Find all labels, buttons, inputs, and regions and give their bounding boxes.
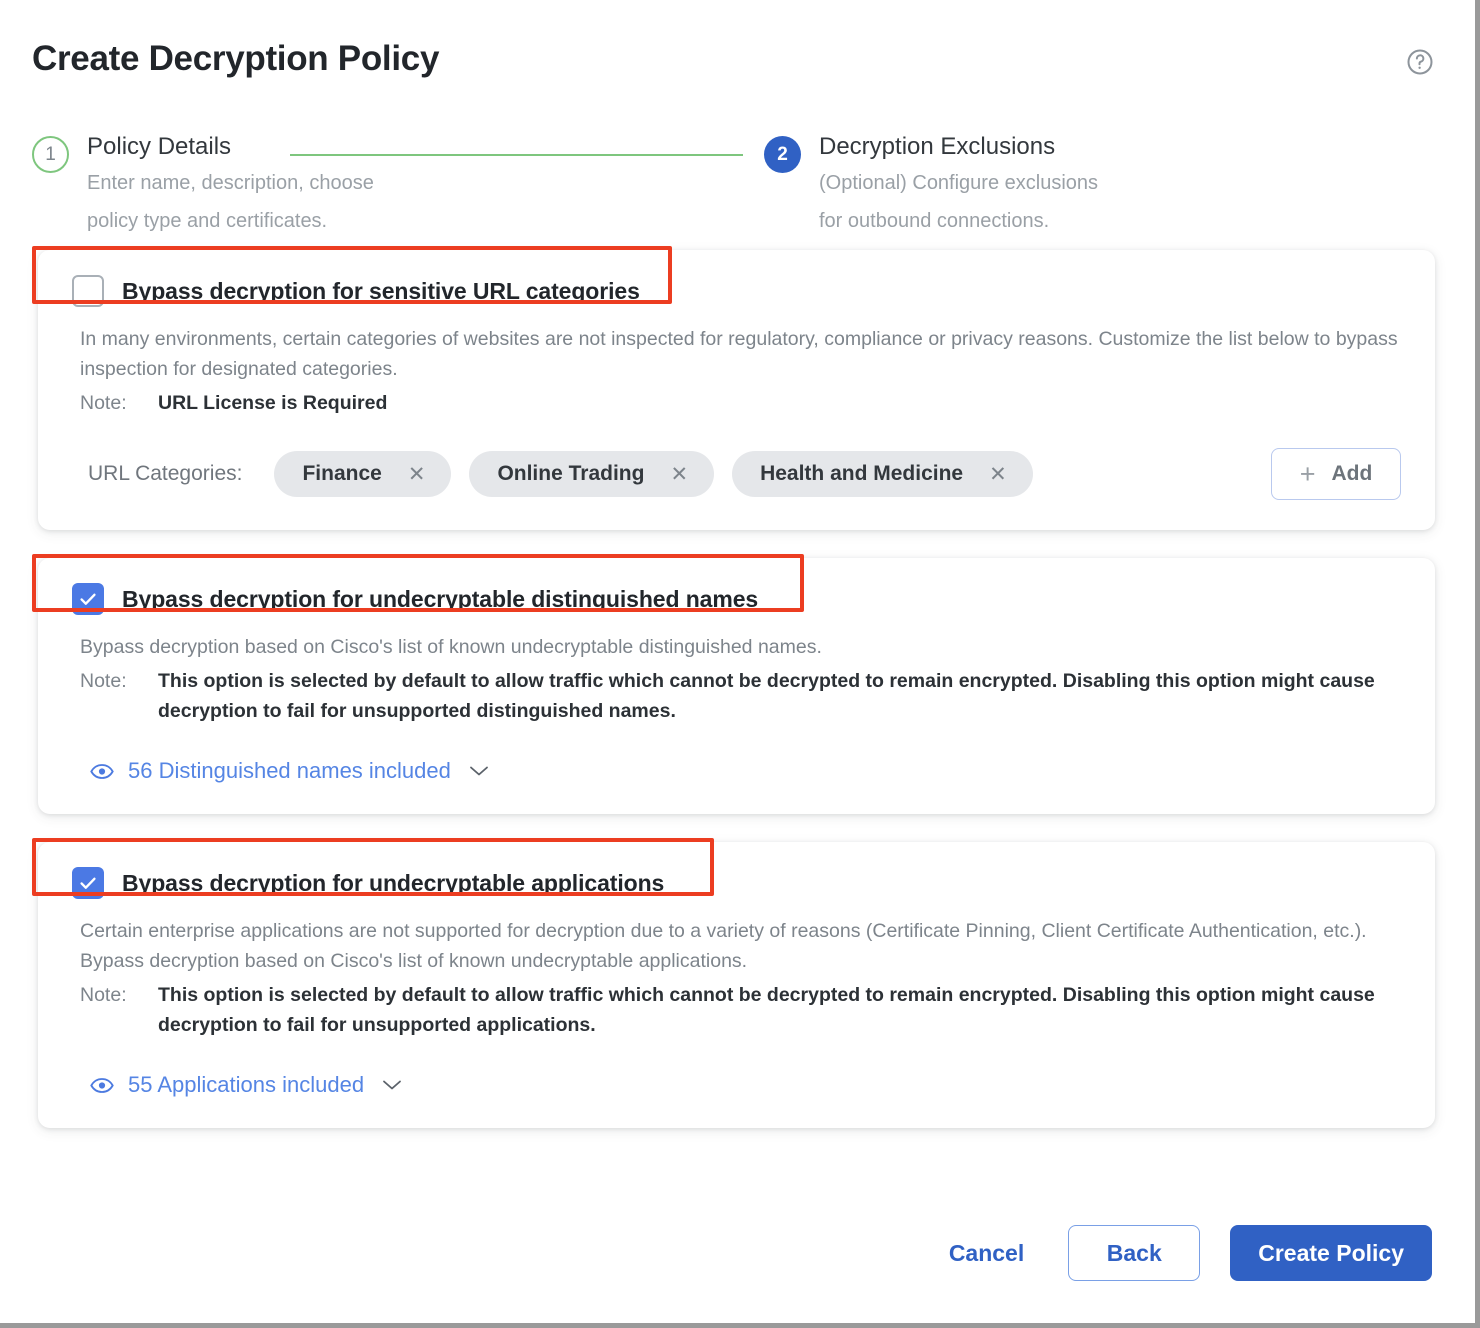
exclusions-card-list: Bypass decryption for sensitive URL cate…: [0, 246, 1475, 1128]
dialog-header: Create Decryption Policy: [0, 0, 1475, 110]
eye-icon: [90, 763, 114, 780]
distinguished-names-count-label: 56 Distinguished names included: [128, 758, 451, 783]
step-1-desc-line2: policy type and certificates.: [87, 210, 328, 232]
page-title: Create Decryption Policy: [32, 39, 440, 78]
card-1-header[interactable]: Bypass decryption for sensitive URL cate…: [72, 268, 1401, 314]
step-2-desc-line1: (Optional) Configure exclusions: [819, 172, 1099, 194]
chip-health-and-medicine[interactable]: Health and Medicine ✕: [732, 451, 1033, 497]
checkbox-bypass-undecryptable-distinguished-names[interactable]: [72, 583, 104, 615]
applications-count-label: 55 Applications included: [128, 1072, 365, 1097]
wizard-stepper: 1 Policy Details Enter name, description…: [0, 110, 1475, 250]
card-undecryptable-distinguished-names: Bypass decryption for undecryptable dist…: [32, 554, 1435, 814]
chip-online-trading-label: Online Trading: [497, 462, 645, 485]
card-1-description: In many environments, certain categories…: [80, 328, 1398, 380]
card-3-description: Certain enterprise applications are not …: [80, 920, 1367, 972]
create-decryption-policy-dialog: Create Decryption Policy 1 Policy Detail…: [0, 0, 1480, 1328]
dialog-footer: Cancel Back Create Policy: [0, 1188, 1470, 1318]
checkbox-bypass-undecryptable-applications[interactable]: [72, 867, 104, 899]
card-2-header[interactable]: Bypass decryption for undecryptable dist…: [72, 576, 1401, 622]
card-3-note-label: Note:: [80, 984, 127, 1006]
close-icon[interactable]: ✕: [408, 464, 426, 485]
step-2-number: 2: [764, 136, 801, 173]
step-decryption-exclusions[interactable]: 2 Decryption Exclusions (Optional) Confi…: [764, 110, 1194, 238]
close-icon[interactable]: ✕: [989, 464, 1007, 485]
eye-icon: [90, 1077, 114, 1094]
help-circle-icon[interactable]: [1405, 47, 1435, 77]
card-1-body: In many environments, certain categories…: [72, 324, 1401, 500]
plus-icon: +: [1299, 458, 1316, 489]
card-1-note-label: Note:: [80, 392, 127, 414]
back-button[interactable]: Back: [1068, 1225, 1201, 1281]
close-icon[interactable]: ✕: [670, 464, 688, 485]
card-2-note-label: Note:: [80, 670, 127, 692]
link-applications-included[interactable]: 55 Applications included: [80, 1072, 402, 1098]
chip-online-trading[interactable]: Online Trading ✕: [469, 451, 715, 497]
step-1-label: Policy Details: [87, 133, 232, 160]
card-undecryptable-applications: Bypass decryption for undecryptable appl…: [32, 838, 1435, 1128]
card-1-note: Note: URL License is Required: [80, 388, 1401, 418]
url-categories-row: URL Categories: Finance ✕ Online Trading…: [80, 448, 1401, 500]
url-categories-label: URL Categories:: [88, 462, 243, 485]
add-button-label: Add: [1331, 462, 1373, 485]
step-1-desc-line1: Enter name, description, choose: [87, 172, 374, 194]
card-3-note-text: This option is selected by default to al…: [158, 984, 1375, 1036]
chip-health-and-medicine-label: Health and Medicine: [760, 462, 964, 485]
chevron-down-icon: [382, 1079, 402, 1091]
card-2-description: Bypass decryption based on Cisco's list …: [80, 636, 822, 658]
step-1-number: 1: [32, 136, 69, 173]
chip-finance[interactable]: Finance ✕: [274, 451, 452, 497]
card-2-note: Note: This option is selected by default…: [80, 666, 1401, 726]
chevron-down-icon: [469, 765, 489, 777]
step-2-label: Decryption Exclusions: [819, 133, 1056, 160]
cancel-button[interactable]: Cancel: [935, 1230, 1038, 1277]
card-3-header[interactable]: Bypass decryption for undecryptable appl…: [72, 860, 1401, 906]
card-3-note: Note: This option is selected by default…: [80, 980, 1401, 1040]
card-3-title: Bypass decryption for undecryptable appl…: [122, 869, 665, 896]
link-distinguished-names-included[interactable]: 56 Distinguished names included: [80, 758, 489, 784]
card-3-body: Certain enterprise applications are not …: [72, 916, 1401, 1098]
card-1-title: Bypass decryption for sensitive URL cate…: [122, 277, 640, 304]
card-2-note-text: This option is selected by default to al…: [158, 670, 1375, 722]
create-policy-button[interactable]: Create Policy: [1230, 1225, 1432, 1281]
card-2-body: Bypass decryption based on Cisco's list …: [72, 632, 1401, 784]
step-policy-details[interactable]: 1 Policy Details Enter name, description…: [32, 110, 462, 238]
step-2-desc-line2: for outbound connections.: [819, 210, 1050, 232]
add-url-category-button[interactable]: + Add: [1271, 448, 1401, 500]
card-sensitive-url-categories: Bypass decryption for sensitive URL cate…: [32, 246, 1435, 530]
checkbox-bypass-sensitive-url-categories[interactable]: [72, 275, 104, 307]
card-2-title: Bypass decryption for undecryptable dist…: [122, 585, 759, 612]
chip-finance-label: Finance: [302, 462, 382, 485]
card-1-note-text: URL License is Required: [158, 392, 388, 414]
